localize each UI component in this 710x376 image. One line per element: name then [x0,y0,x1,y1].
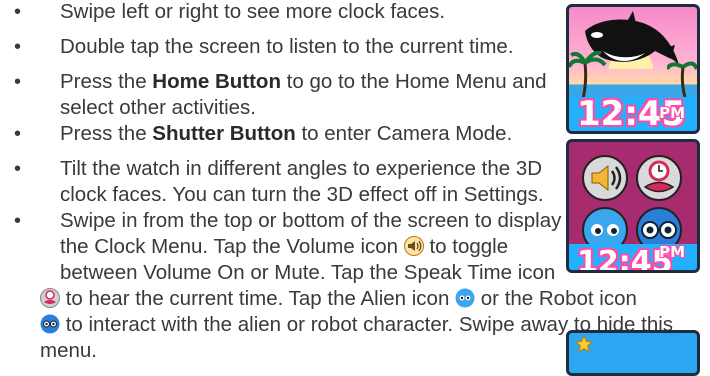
instruction-home-button: Press the Home Button to go to the Home … [60,70,547,119]
clock-ampm: PM [659,104,685,122]
clock-face-orca-thumbnail: 12:45 PM [566,4,700,134]
bullet-dot: • [14,123,22,145]
instruction-swipe-faces: Swipe left or right to see more clock fa… [60,0,446,23]
bullet-dot: • [14,210,22,232]
volume-icon [403,236,424,256]
speak-time-icon [636,155,682,201]
clock-face-star-thumbnail [566,330,700,376]
bullet-dot: • [14,71,22,93]
home-button-label: Home Button [152,70,281,93]
clock-face-menu-thumbnail: 12:45 PM [566,139,700,273]
clock-ampm: PM [659,243,685,261]
clock-time-bar: 12:45 PM [569,97,697,131]
speak-time-icon [40,288,60,308]
shutter-button-label: Shutter Button [152,122,296,145]
clock-time-bar: 12:45 PM [569,243,697,270]
palm-tree-icon [569,51,607,99]
instruction-shutter-button: Press the Shutter Button to enter Camera… [60,122,513,145]
instruction-tilt-3d: Tilt the watch in different angles to ex… [60,157,544,206]
bullet-dot: • [14,1,22,23]
instruction-double-tap: Double tap the screen to listen to the c… [60,35,514,58]
bullet-dot: • [14,36,22,58]
palm-tree-icon [667,61,697,97]
volume-icon [582,155,628,201]
bullet-dot: • [14,158,22,180]
instruction-clock-menu: Swipe in from the top or bottom of the s… [60,209,562,284]
alien-icon [455,288,475,308]
robot-icon [40,314,60,334]
star-icon [575,335,593,353]
